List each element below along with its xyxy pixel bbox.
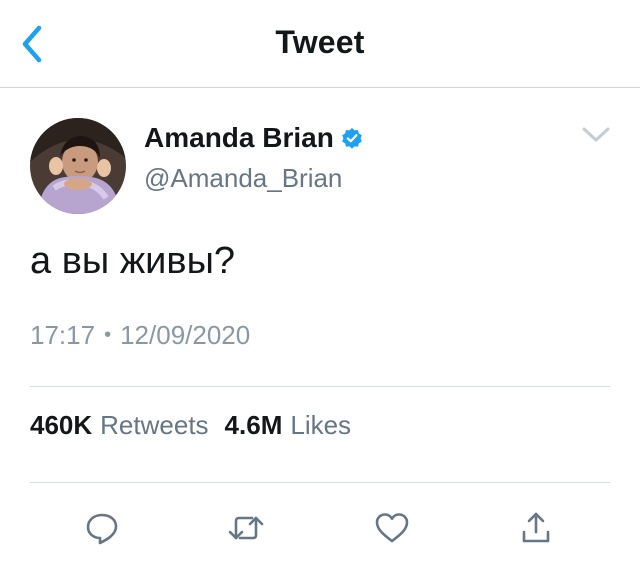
retweets-label: Retweets [100,410,209,440]
tweet-stats: 460K Retweets 4.6M Likes [30,410,367,441]
tweet-action-bar [0,500,640,552]
tweet-options-button[interactable] [576,120,616,150]
divider [30,482,610,483]
page-title: Tweet [275,24,365,60]
chevron-down-icon [582,127,610,142]
likes-count: 4.6M [224,410,283,440]
verified-badge-icon [341,127,363,149]
avatar[interactable] [30,118,126,214]
divider [30,386,610,387]
top-nav-bar: Tweet [0,0,640,88]
tweet-date: 12/09/2020 [120,320,251,350]
retweet-arrows-icon [228,516,264,540]
speech-bubble-icon [86,513,118,545]
share-button[interactable] [516,508,556,548]
author-handle[interactable]: @Amanda_Brian [144,163,342,194]
likes-stat[interactable]: 4.6M Likes [225,410,352,441]
likes-label: Likes [290,410,352,440]
share-upload-icon [522,512,550,543]
heart-icon [375,513,409,543]
profile-photo [30,118,126,214]
like-button[interactable] [372,508,412,548]
retweet-button[interactable] [226,508,266,548]
retweets-stat[interactable]: 460K Retweets [30,410,209,441]
tweet-time: 17:17 [30,320,96,350]
retweets-count: 460K [30,410,93,440]
tweet-text: а вы живы? [30,240,236,282]
reply-button[interactable] [82,508,122,548]
timestamp-separator: • [104,324,112,346]
author-display-name: Amanda Brian [144,122,334,153]
tweet-timestamp: 17:17 • 12/09/2020 [30,320,250,351]
author-name-row[interactable]: Amanda Brian [144,122,363,154]
